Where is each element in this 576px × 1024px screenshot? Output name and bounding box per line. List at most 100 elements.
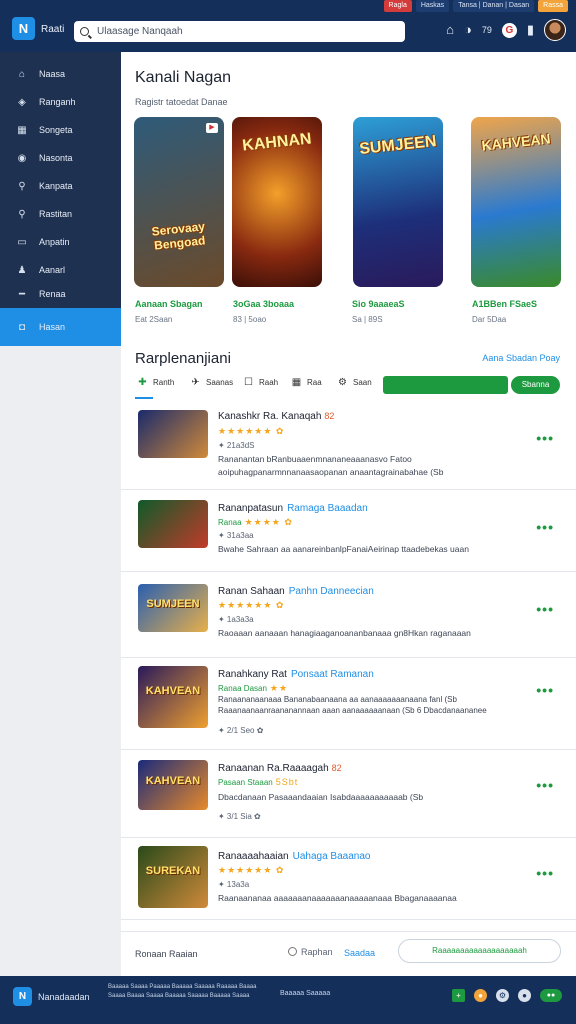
sidebar-item[interactable]: ◈ Ranganh [0,88,121,116]
game-tag: Panhn Danneecian [288,586,374,597]
card-meta: Sio 9aaaeaS Sa | 89S [352,299,442,324]
load-more-button[interactable]: Raaaaaaaaaaaaaaaaaaah [398,939,561,963]
game-card[interactable]: ▶ Serovaay Bengoad [134,117,224,287]
top-chip[interactable]: Haskas [415,0,450,12]
sidebar-item[interactable]: ▭ Anpatin [0,228,121,256]
list-item[interactable]: KAHVEAN Ranahkany Rat Ponsaat Ramanan Ran… [121,658,576,750]
sidebar-item-label: Rastitan [39,209,73,219]
search-icon: ⚲ [18,208,26,220]
app-name: Raati [41,24,65,35]
pager-label: Ronaan Raaian [135,949,198,959]
game-card[interactable]: SUMJEEN [353,117,443,287]
sidebar-item[interactable]: ⌂ Naasa [0,60,121,88]
footer-logo[interactable]: N [13,987,32,1006]
sidebar-item[interactable]: ⚲ Rastitan [0,200,121,228]
sidebar-item-label: Ranganh [39,97,76,107]
game-title-text: Rananpatasun [218,503,284,514]
pager-option[interactable]: Raphan [288,947,333,957]
card-title: KAHVEAN [480,130,552,154]
controller-icon: ✈ [191,377,200,388]
rating-stars: Ranaa Dasan ★★ [218,683,288,694]
game-thumbnail: KAHVEAN [138,760,208,810]
rating-stars: Ranaa ★★★★ ✿ [218,517,293,528]
card-title: Serovaay Bengoad [150,219,206,253]
more-icon[interactable]: ••• [536,865,554,881]
app-logo[interactable]: N [12,17,35,40]
sidebar-item[interactable]: ▦ Songeta [0,116,121,144]
filter-bar[interactable] [383,376,508,394]
game-stat: ✦ 31a3aa [218,531,254,540]
sidebar-item-active[interactable]: ◘ Hasan [0,308,121,346]
search-bar[interactable] [74,21,405,42]
bookmark-icon[interactable]: ▮ [527,18,534,42]
top-chip[interactable]: Ragla [383,0,412,12]
game-description: Bwahe Sahraan aa aanareinbanlpFanaiAeiri… [218,544,469,554]
avatar[interactable] [544,19,566,41]
game-title: Rananpatasun Ramaga Baaadan [218,503,368,514]
filter-tab[interactable]: ✈ Saanas [190,377,233,388]
more-icon[interactable]: ••• [536,430,554,446]
more-icon[interactable]: ••• [536,682,554,698]
game-card[interactable]: KAHVEAN [471,117,561,287]
thumbnail-title: KAHVEAN [145,775,201,787]
footer-links[interactable]: Baaaaa Saaaa Paaaaa Baaaaa Saaaaa Raaaaa… [108,984,256,990]
google-icon[interactable]: G [501,22,517,38]
list-item[interactable]: SUMJEEN Ranan Sahaan Panhn Danneecian ★★★… [121,572,576,658]
plus-icon[interactable]: + [452,989,465,1002]
footer-links[interactable]: Saaaa Baaaa Saaaa Baaaaa Saaaaa Baaaaa S… [108,993,249,999]
rating-stars: ★★★★★★ ✿ [218,865,285,875]
card-meta-sub: Eat 2Saan [135,315,173,324]
list-item[interactable]: SUREKAN Ranaaaahaaian Uahaga Baaanao ★★★★… [121,838,576,920]
sidebar-item[interactable]: ♟ Aanarl [0,256,121,284]
more-icon[interactable]: ••• [536,519,554,535]
more-icon[interactable]: ••• [536,601,554,617]
footer: N Nanadaadan Baaaaa Saaaa Paaaaa Baaaaa … [0,976,576,1024]
card-meta-sub: 83 | 5oao [233,315,267,324]
more-icon[interactable]: ••• [536,777,554,793]
play-icon[interactable]: ◑ [464,18,472,42]
card-title: SUMJEEN [358,133,438,159]
list-item[interactable]: Kanashkr Ra. Kanaqah 82 ★★★★★★ ✿ ✦ 21a3dS… [121,402,576,490]
game-title: Ranan Sahaan Panhn Danneecian [218,586,374,597]
status-icon[interactable]: ●● [540,989,562,1002]
home-icon[interactable]: ⌂ [446,18,454,42]
thumbnail-title: KAHVEAN [145,684,201,697]
tv-icon: ▭ [17,236,27,248]
sidebar-item[interactable]: ⚲ Kanpata [0,172,121,200]
game-title-text: Kanashkr Ra. Kanaqah [218,411,322,422]
card-meta-sub: Sa | 89S [352,315,383,324]
filter-tab[interactable]: ☐ Raah [243,377,278,388]
filter-tab[interactable]: ✚ Ranth [137,377,174,388]
filter-tab[interactable]: ⚙ Saan [337,377,372,388]
top-chip[interactable]: Rassa [538,0,568,12]
rating-icon: ☐ [244,377,253,388]
sidebar-item[interactable]: ◉ Nasonta [0,144,121,172]
sidebar-item-label: Songeta [39,125,73,135]
filter-label: Raa [307,378,322,387]
game-card[interactable]: KAHNAN [232,117,322,287]
top-icons: ⌂ ◑ 79 G ▮ [446,18,566,42]
line-icon: ━ [18,288,26,300]
rating-stars: Pasaan Staaan 5Sbt [218,777,298,787]
pagination: Ronaan Raaian Raphan Saadaa Raaaaaaaaaaa… [121,931,576,971]
see-all-link[interactable]: Aana Sbadan Poay [482,353,560,363]
list-item[interactable]: KAHVEAN Ranaanan Ra.Raaaagah 82 Pasaan St… [121,750,576,838]
pin-icon: ⚲ [18,180,26,192]
pager-link[interactable]: Saadaa [344,948,375,958]
search-input[interactable] [97,26,377,37]
filter-tab[interactable]: ▦ Raa [291,377,322,388]
info-icon[interactable]: ● [518,989,531,1002]
sidebar: ⌂ Naasa ◈ Ranganh ▦ Songeta ◉ Nasonta ⚲ Kanpa… [0,52,121,976]
thumbnail-title: SUMJEEN [146,598,200,611]
sidebar-item[interactable]: ━ Renaa [0,284,121,304]
pager-option-label: Raphan [301,947,333,957]
game-description: Raanaananaa aaaaaaanaaaaaaanaaaaanaaa Bb… [218,893,457,903]
filter-button[interactable]: Sbanna [511,376,560,394]
rating-label: Ranaa [218,518,242,527]
footer-icons: + ● ⚙ ● ●● [452,989,562,1002]
top-chip[interactable]: Tansa | Danan | Dasan [453,0,535,12]
list-item[interactable]: Rananpatasun Ramaga Baaadan Ranaa ★★★★ ✿ ✦… [121,490,576,572]
social-icon[interactable]: ● [474,989,487,1002]
card-meta: A1BBen FSaeS Dar 5Daa [472,299,562,324]
settings-icon[interactable]: ⚙ [496,989,509,1002]
